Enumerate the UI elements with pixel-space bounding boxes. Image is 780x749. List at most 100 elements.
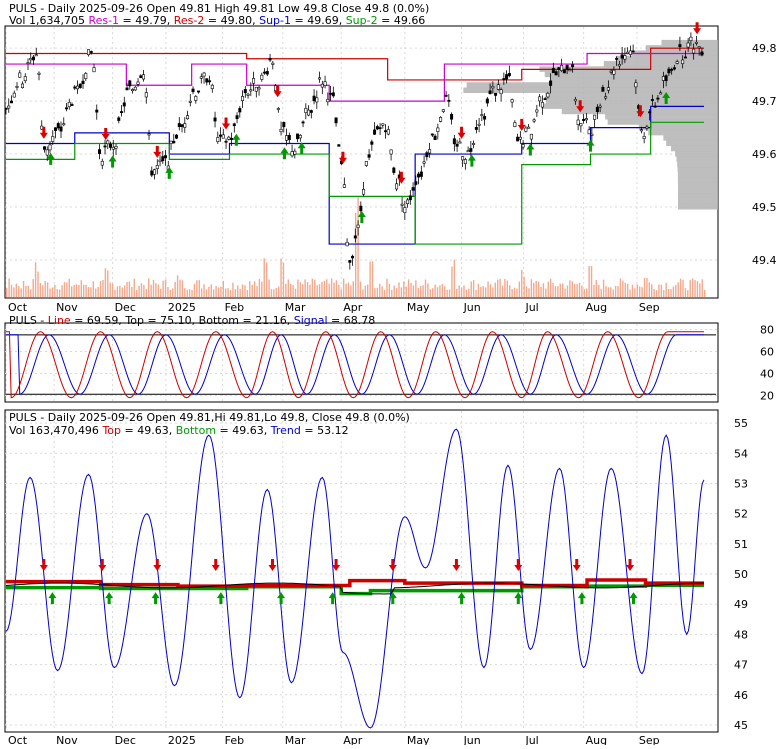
candle-body (595, 106, 599, 113)
candle-body (307, 109, 311, 116)
price-x-tick-label: Sep (639, 301, 660, 314)
volume-bar (73, 284, 75, 297)
volume-bar (251, 284, 253, 297)
volume-bar (275, 287, 277, 297)
volume-bar (39, 282, 42, 297)
candle-body (403, 207, 407, 213)
candle-body (111, 146, 115, 150)
candle-body (268, 57, 272, 61)
volume-bar (651, 284, 653, 297)
volume-bar (102, 279, 104, 297)
candle-body (469, 148, 473, 152)
price-x-tick-label: Jul (524, 301, 538, 314)
volume-bar (66, 282, 68, 297)
volume-bar (225, 288, 227, 297)
volume-bar (287, 279, 289, 297)
volume-bar (78, 284, 80, 297)
candle-body (678, 44, 682, 48)
candle-body (386, 129, 390, 135)
candle-body (136, 81, 140, 85)
candle-body (153, 169, 157, 175)
volume-bar (222, 280, 225, 297)
candle-body (120, 111, 124, 113)
candle-body (312, 95, 316, 102)
candle-body (161, 156, 165, 162)
candle-body (623, 55, 627, 60)
volume-bar (261, 281, 263, 297)
volume-bar (419, 286, 422, 297)
volume-bar (677, 282, 679, 297)
trend-y-tick-label: 51 (734, 538, 748, 551)
candle-body (290, 151, 294, 157)
volume-bar (663, 290, 665, 297)
candle-body (389, 149, 393, 155)
header-span: Top (101, 424, 121, 437)
candle-body (65, 107, 69, 110)
volume-bar (111, 283, 114, 297)
volume-bar (482, 286, 484, 297)
volume-bar (581, 285, 583, 297)
volume-bar (602, 279, 605, 297)
volume-bar (533, 282, 535, 297)
volume-bar (638, 286, 641, 297)
candle-body (252, 78, 256, 84)
volume-bar (653, 289, 655, 297)
volume-bar (58, 289, 61, 297)
volume-bar (265, 262, 268, 297)
volume-bar (253, 281, 256, 297)
candle-body (620, 54, 624, 59)
price-x-tick-label: Mar (285, 301, 306, 314)
candle-body (169, 140, 173, 144)
volume-bar (619, 278, 622, 297)
volume-bar (162, 280, 164, 297)
volume-bar (104, 268, 107, 297)
candle-body (23, 76, 27, 82)
candle-body (364, 161, 368, 166)
volume-bar (27, 285, 30, 297)
volume-bar (583, 289, 586, 297)
header-span: = 53.12 (301, 424, 349, 437)
candle-body (37, 72, 41, 75)
volume-bar (391, 289, 393, 297)
volume-bar (641, 287, 643, 297)
volume-profile-bar (466, 82, 718, 88)
candle-body (439, 117, 443, 122)
price-header-line2: Vol 1,634,705 Res-1 = 49.79, Res-2 = 49.… (9, 14, 425, 27)
candle-body (549, 80, 553, 86)
volume-bar (441, 284, 444, 297)
candle-body (202, 72, 206, 77)
candle-body (150, 170, 154, 176)
candle-body (359, 205, 363, 212)
volume-bar (83, 284, 85, 297)
volume-bar (665, 282, 667, 297)
volume-bar (403, 281, 405, 297)
candle-body (560, 65, 564, 71)
volume-bar (412, 285, 415, 297)
volume-bar (386, 278, 388, 297)
price-x-tick-label: 2025 (168, 301, 196, 314)
volume-bar (511, 289, 513, 297)
candle-body (257, 87, 261, 90)
candle-body (367, 154, 371, 158)
candle-body (524, 127, 528, 132)
volume-bar (429, 289, 431, 297)
candle-body (573, 98, 577, 102)
candle-body (378, 127, 382, 130)
candle-body (642, 136, 646, 139)
candle-body (562, 69, 566, 74)
price-x-tick-label: Jun (463, 301, 481, 314)
candle-body (689, 36, 693, 41)
candle-body (675, 61, 679, 64)
volume-bar (506, 280, 509, 297)
volume-profile-bar (544, 71, 718, 78)
candle-body (155, 165, 159, 169)
price-y-tick-label: 49.4 (752, 254, 777, 267)
volume-bar (670, 289, 672, 297)
candle-body (133, 86, 137, 91)
candle-body (631, 50, 635, 53)
volume-bar (80, 280, 83, 297)
candle-body (584, 118, 588, 121)
oscillator-header: PULS - Line = 69.59, Top = 75.10, Bottom… (9, 314, 375, 327)
candle-body (216, 137, 220, 142)
volume-bar (246, 290, 249, 297)
